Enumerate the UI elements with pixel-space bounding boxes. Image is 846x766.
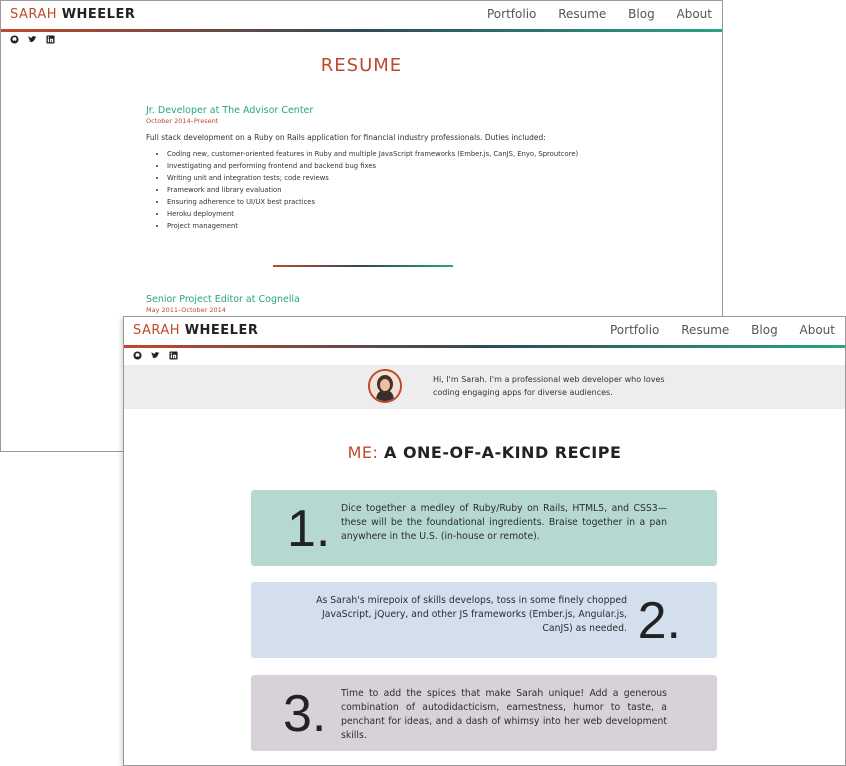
section-divider [273,265,453,267]
nav-about-link[interactable]: About [800,323,835,337]
brand-first-name: SARAH [10,7,58,22]
brand-last-name: WHEELER [61,7,136,22]
step-text: Dice together a medley of Ruby/Ruby on R… [341,503,667,542]
recipe-step-1: 1. Dice together a medley of Ruby/Ruby o… [251,490,717,566]
linkedin-icon[interactable] [46,35,55,44]
twitter-icon[interactable] [151,351,160,360]
nav-gradient-rule [124,345,845,348]
job-title: Senior Project Editor at Cognella [146,294,300,305]
job-entry-advisor-center: Jr. Developer at The Advisor Center Octo… [146,105,586,232]
nav-menu: Portfolio Resume Blog About [592,323,835,337]
avatar [368,369,402,403]
nav-portfolio-link[interactable]: Portfolio [487,7,536,21]
headline-me: ME: [347,443,379,462]
duty-item: Heroku deployment [167,208,586,220]
brand-last-name: WHEELER [184,323,259,338]
duty-item: Coding new, customer-oriented features i… [167,148,586,160]
job-dates: May 2011–October 2014 [146,306,226,314]
duty-item: Ensuring adherence to UI/UX best practic… [167,196,586,208]
nav-blog-link[interactable]: Blog [628,7,655,21]
step-text: As Sarah's mirepoix of skills develops, … [316,595,627,634]
nav-gradient-rule [1,29,722,32]
linkedin-icon[interactable] [169,351,178,360]
job-dates: October 2014–Present [146,117,219,125]
nav-portfolio-link[interactable]: Portfolio [610,323,659,337]
github-icon[interactable] [133,351,142,360]
bio-banner: Hi, I'm Sarah. I'm a professional web de… [124,365,845,409]
social-links [10,35,55,44]
duty-item: Framework and library evaluation [167,184,586,196]
nav-resume-link[interactable]: Resume [558,7,606,21]
twitter-icon[interactable] [28,35,37,44]
resume-heading: RESUME [320,55,403,76]
profile-photo [370,371,400,401]
recipe-step-3: 3. Time to add the spices that make Sara… [251,675,717,751]
github-icon[interactable] [10,35,19,44]
brand-first-name: SARAH [133,323,181,338]
page-headline: ME: A ONE-OF-A-KIND RECIPE [124,443,845,462]
step-number: 1. [287,500,331,558]
step-number: 3. [283,685,327,743]
bio-text: Hi, I'm Sarah. I'm a professional web de… [433,375,665,397]
job-description: Full stack development on a Ruby on Rail… [146,133,546,142]
job-title: Jr. Developer at The Advisor Center [146,105,314,116]
recipe-step-2: As Sarah's mirepoix of skills develops, … [251,582,717,658]
job-entry-cognella: Senior Project Editor at Cognella May 20… [146,294,586,314]
duty-item: Writing unit and integration tests; code… [167,172,586,184]
duty-item: Investigating and performing frontend an… [167,160,586,172]
nav-blog-link[interactable]: Blog [751,323,778,337]
step-number: 2. [637,592,681,650]
home-page-screenshot: SARAH WHEELER Portfolio Resume Blog Abou… [123,316,846,766]
social-links [133,351,178,360]
step-text: Time to add the spices that make Sarah u… [341,688,667,741]
nav-menu: Portfolio Resume Blog About [469,7,712,21]
top-nav: SARAH WHEELER Portfolio Resume Blog Abou… [124,317,845,345]
nav-about-link[interactable]: About [677,7,712,21]
site-brand[interactable]: SARAH WHEELER [10,7,135,22]
site-brand[interactable]: SARAH WHEELER [133,323,258,338]
top-nav: SARAH WHEELER Portfolio Resume Blog Abou… [1,1,722,29]
nav-resume-link[interactable]: Resume [681,323,729,337]
headline-title: A ONE-OF-A-KIND RECIPE [383,443,622,462]
job-duties-list: Coding new, customer-oriented features i… [146,148,586,232]
duty-item: Project management [167,220,586,232]
